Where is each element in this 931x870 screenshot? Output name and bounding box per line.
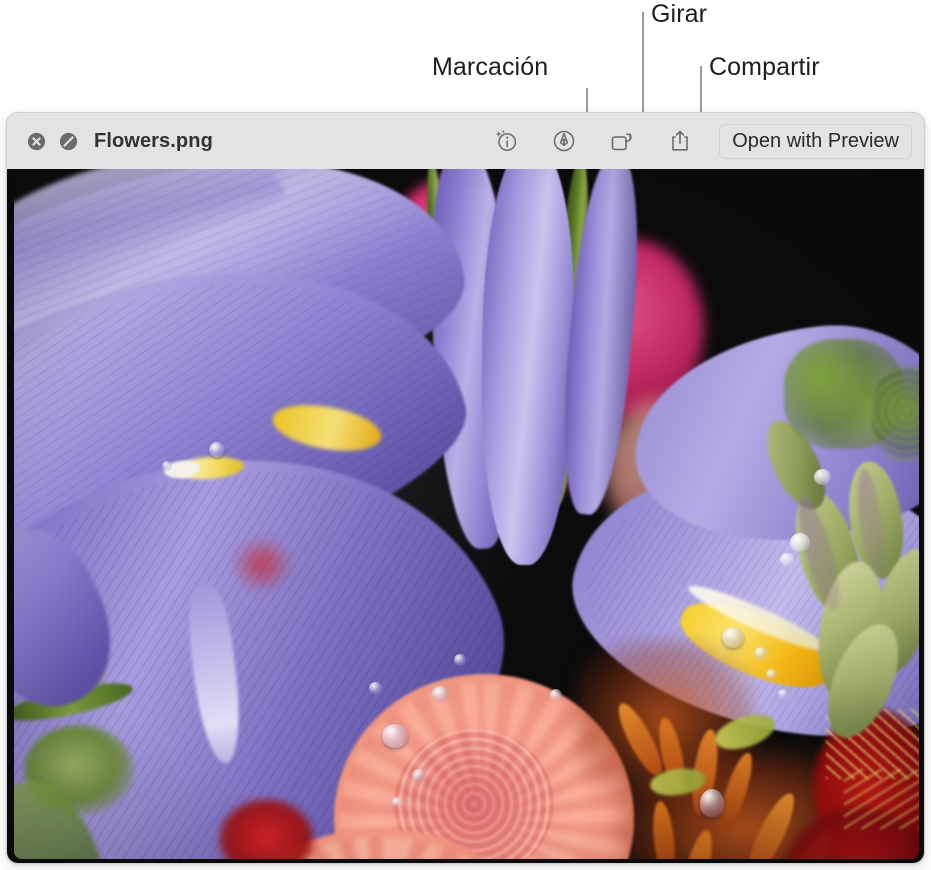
markup-button[interactable] bbox=[549, 126, 579, 156]
sparkle-info-icon bbox=[493, 128, 519, 154]
close-circle-icon bbox=[27, 132, 46, 151]
quick-look-window: Flowers.png bbox=[6, 112, 925, 864]
close-button[interactable] bbox=[21, 126, 51, 156]
flowers-photograph bbox=[14, 169, 919, 859]
callout-label-share: Compartir bbox=[709, 53, 820, 82]
info-button[interactable] bbox=[491, 126, 521, 156]
photo-frame bbox=[14, 169, 919, 859]
markup-icon bbox=[551, 128, 577, 154]
screenshot-root: Marcación Girar Compartir bbox=[0, 0, 931, 870]
share-button[interactable] bbox=[665, 126, 695, 156]
open-with-preview-button[interactable]: Open with Preview bbox=[719, 124, 912, 159]
markup-toggle-button[interactable] bbox=[53, 126, 83, 156]
rotate-icon bbox=[608, 128, 636, 154]
callout-label-markup: Marcación bbox=[432, 53, 548, 82]
callout-label-rotate: Girar bbox=[651, 0, 707, 29]
preview-image-area bbox=[7, 169, 924, 864]
window-toolbar: Flowers.png bbox=[7, 113, 924, 169]
no-entry-circle-icon bbox=[59, 132, 78, 151]
toolbar-actions bbox=[491, 126, 695, 156]
window-title: Flowers.png bbox=[94, 130, 213, 153]
share-icon bbox=[668, 128, 692, 155]
rotate-button[interactable] bbox=[607, 126, 637, 156]
